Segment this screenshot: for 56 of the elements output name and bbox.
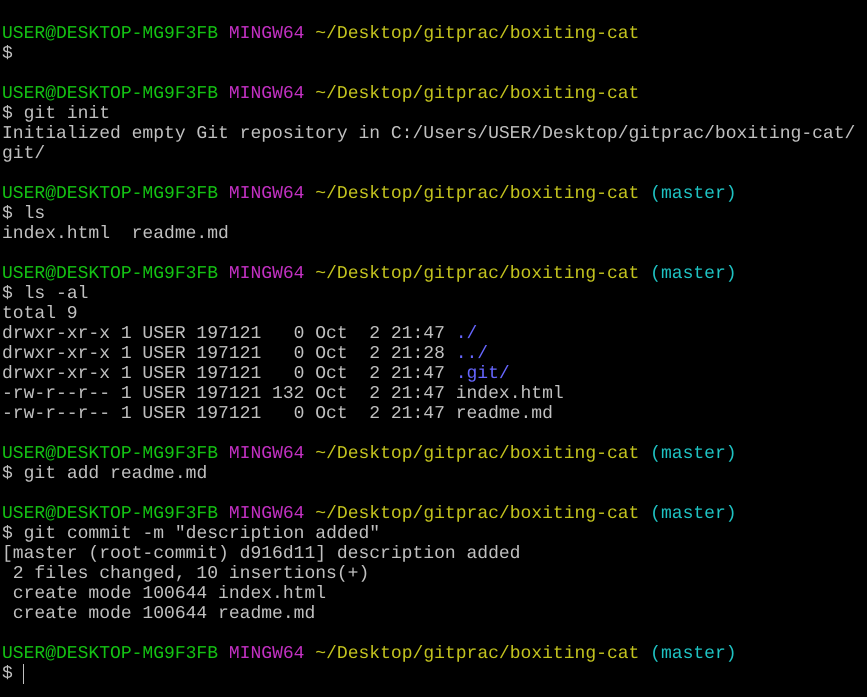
git-branch: (master) [650, 184, 737, 204]
prompt-symbol: $ [2, 204, 13, 224]
shell-name: MINGW64 [228, 24, 304, 44]
command-text: git init [24, 104, 110, 124]
working-directory: ~/Desktop/gitprac/boxiting-cat [315, 444, 640, 464]
user-host: USER@DESKTOP-MG9F3FB [2, 444, 218, 464]
shell-name: MINGW64 [228, 444, 304, 464]
file-entry: readme.md [456, 404, 553, 424]
prompt-symbol: $ [2, 284, 13, 304]
directory-entry: ../ [456, 344, 488, 364]
git-branch: (master) [650, 504, 737, 524]
git-branch: (master) [650, 264, 737, 284]
output-line: index.html readme.md [2, 224, 229, 244]
prompt-symbol: $ [2, 664, 13, 684]
file-details: -rw-r--r-- 1 USER 197121 0 Oct 2 21:47 [2, 404, 445, 424]
user-host: USER@DESKTOP-MG9F3FB [2, 504, 218, 524]
prompt-symbol: $ [2, 524, 13, 544]
prompt-symbol: $ [2, 104, 13, 124]
git-branch: (master) [650, 644, 737, 664]
user-host: USER@DESKTOP-MG9F3FB [2, 644, 218, 664]
output-line: total 9 [2, 304, 78, 324]
working-directory: ~/Desktop/gitprac/boxiting-cat [315, 504, 640, 524]
directory-entry: .git/ [456, 364, 510, 384]
working-directory: ~/Desktop/gitprac/boxiting-cat [315, 84, 640, 104]
command-text: ls -al [24, 284, 88, 304]
prompt-symbol: $ [2, 44, 13, 64]
file-details: drwxr-xr-x 1 USER 197121 0 Oct 2 21:47 [2, 324, 445, 344]
working-directory: ~/Desktop/gitprac/boxiting-cat [315, 24, 640, 44]
command-text: git commit -m "description added" [24, 524, 380, 544]
output-line: create mode 100644 index.html [12, 584, 326, 604]
output-line: git/ [2, 144, 46, 164]
file-entry: index.html [456, 384, 564, 404]
file-details: drwxr-xr-x 1 USER 197121 0 Oct 2 21:47 [2, 364, 445, 384]
user-host: USER@DESKTOP-MG9F3FB [2, 84, 218, 104]
working-directory: ~/Desktop/gitprac/boxiting-cat [315, 264, 640, 284]
git-branch: (master) [650, 444, 737, 464]
shell-name: MINGW64 [228, 184, 304, 204]
shell-name: MINGW64 [228, 264, 304, 284]
user-host: USER@DESKTOP-MG9F3FB [2, 184, 218, 204]
user-host: USER@DESKTOP-MG9F3FB [2, 24, 218, 44]
user-host: USER@DESKTOP-MG9F3FB [2, 264, 218, 284]
shell-name: MINGW64 [228, 84, 304, 104]
directory-entry: ./ [456, 324, 478, 344]
file-details: drwxr-xr-x 1 USER 197121 0 Oct 2 21:28 [2, 344, 445, 364]
working-directory: ~/Desktop/gitprac/boxiting-cat [315, 184, 640, 204]
file-details: -rw-r--r-- 1 USER 197121 132 Oct 2 21:47 [2, 384, 445, 404]
output-line: create mode 100644 readme.md [12, 604, 316, 624]
output-line: Initialized empty Git repository in C:/Users/USER/Desktop/gitprac/boxiting-cat/ [2, 124, 856, 144]
prompt-symbol: $ [2, 464, 13, 484]
output-line: [master (root-commit) d916d11] description added [2, 544, 520, 564]
command-text: git add readme.md [24, 464, 208, 484]
output-line: 2 files changed, 10 insertions(+) [12, 564, 370, 584]
working-directory: ~/Desktop/gitprac/boxiting-cat [315, 644, 640, 664]
command-text: ls [24, 204, 46, 224]
shell-name: MINGW64 [228, 644, 304, 664]
shell-name: MINGW64 [228, 504, 304, 524]
